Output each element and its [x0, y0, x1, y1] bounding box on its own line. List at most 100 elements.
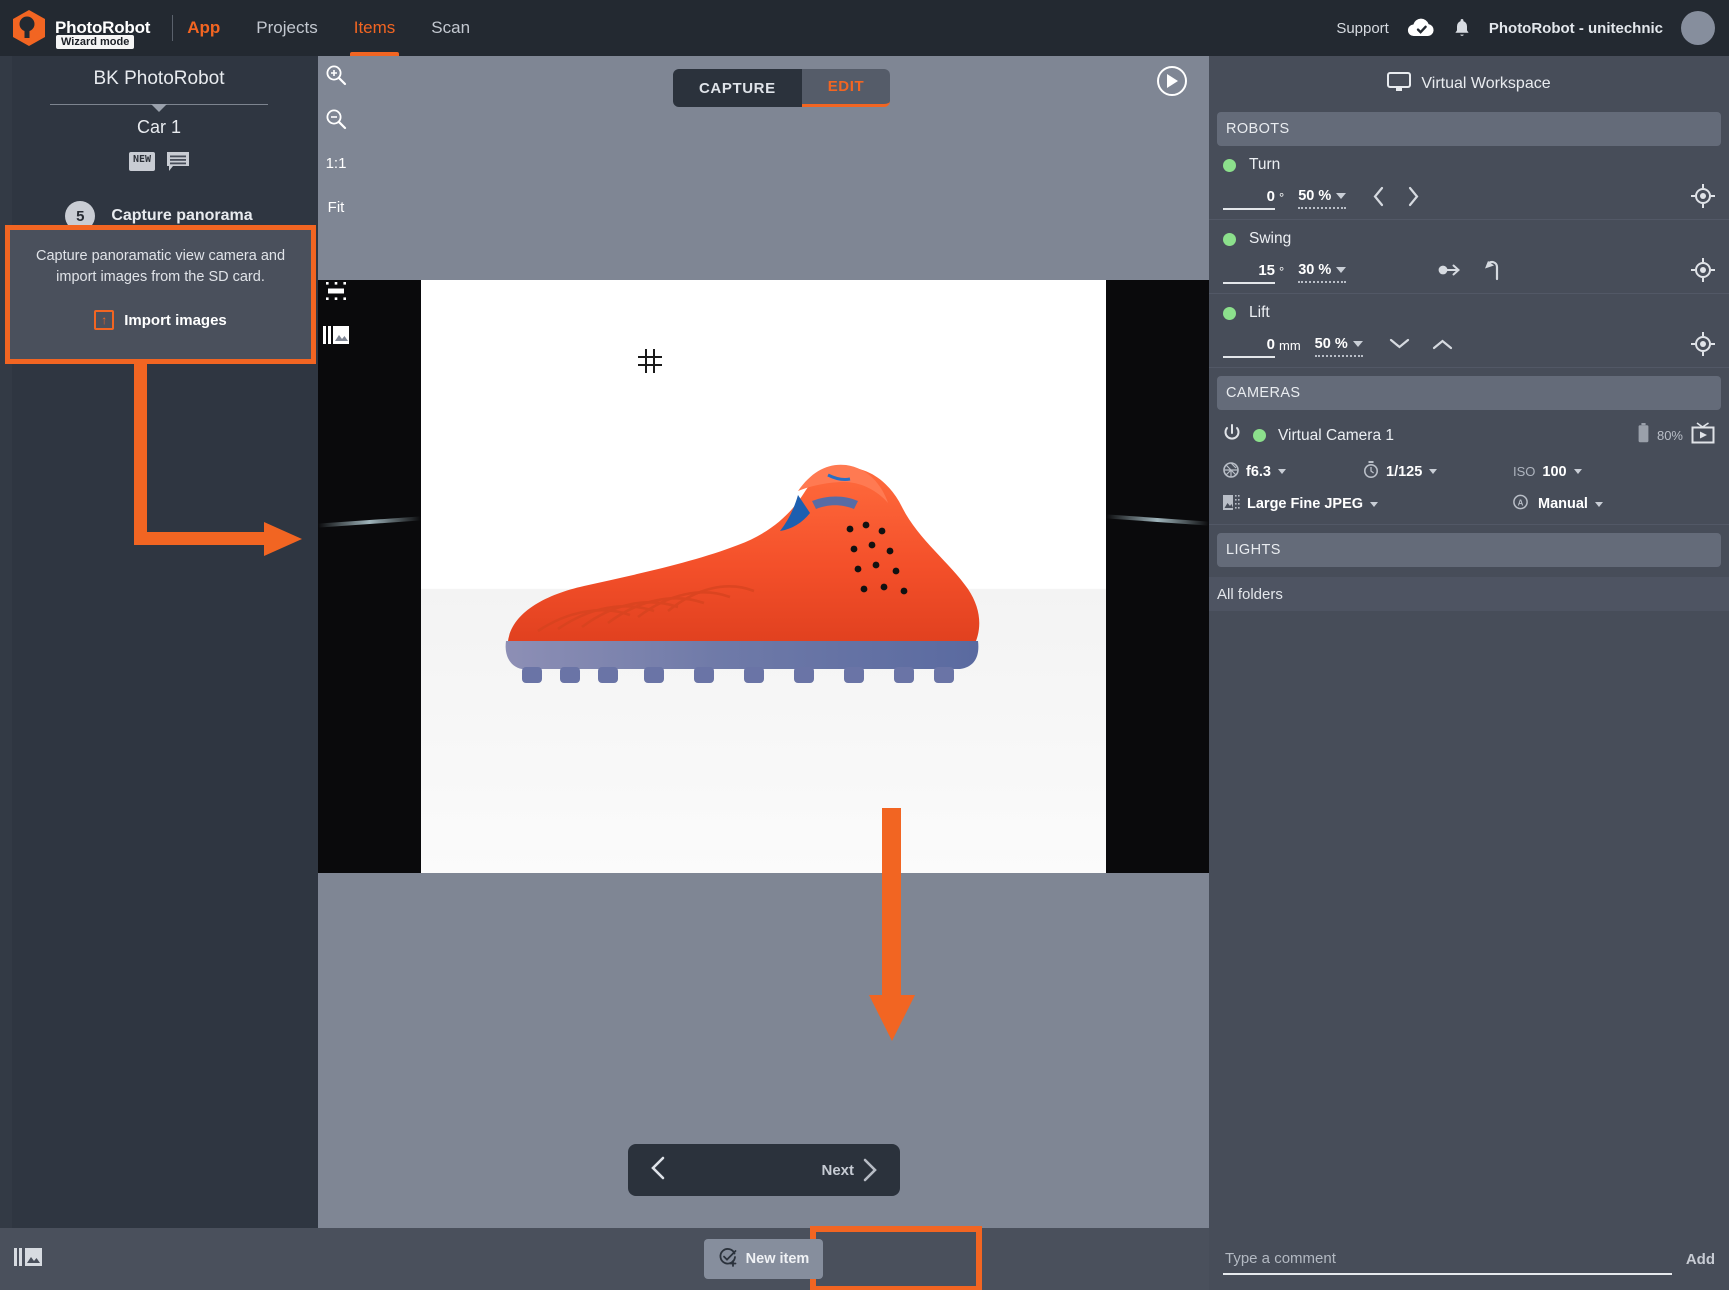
live-view-icon[interactable] [1691, 422, 1715, 449]
status-dot-icon [1253, 429, 1266, 442]
svg-text:A: A [1518, 498, 1524, 507]
import-images-button[interactable]: ↑ Import images [24, 310, 297, 330]
camera-status: 80% [1638, 422, 1715, 449]
chevron-down-icon [1595, 502, 1603, 507]
avatar[interactable] [1681, 11, 1715, 45]
robot-swing-controls: 15 ° 30 % [1209, 258, 1729, 287]
section-header-lights[interactable]: LIGHTS [1217, 533, 1721, 567]
comment-bubble-icon[interactable] [167, 152, 189, 171]
right-panel: Virtual Workspace ROBOTS Turn 0 ° 50 % [1209, 56, 1729, 1290]
shutter-dropdown[interactable]: 1/125 [1363, 461, 1513, 482]
robot-swing-speed-dropdown[interactable]: 30 % [1298, 262, 1346, 283]
image-quality-icon [1223, 495, 1240, 514]
robot-turn-arrow-buttons [1372, 186, 1420, 212]
robot-swing-arrow-buttons [1438, 259, 1500, 286]
zoom-one-to-one-button[interactable]: 1:1 [321, 150, 351, 176]
zoom-fit-button[interactable]: Fit [321, 194, 351, 220]
hint-text: Capture panoramatic view camera and impo… [24, 246, 297, 288]
virtual-workspace-header[interactable]: Virtual Workspace [1209, 56, 1729, 112]
chevron-left-icon[interactable] [1372, 186, 1385, 212]
zoom-in-icon[interactable] [321, 62, 351, 88]
chevron-right-icon[interactable] [1407, 186, 1420, 212]
battery-percent: 80% [1657, 428, 1683, 443]
aperture-dropdown[interactable]: f6.3 [1223, 462, 1363, 482]
app-root: PhotoRobot Wizard mode App Projects Item… [0, 0, 1729, 1290]
preview-left-dark [318, 280, 421, 873]
support-link[interactable]: Support [1336, 20, 1389, 37]
brand-logo[interactable]: PhotoRobot Wizard mode [12, 9, 150, 47]
chevron-down-icon [1278, 469, 1286, 474]
bell-icon[interactable] [1453, 18, 1471, 39]
tab-capture[interactable]: CAPTURE [673, 69, 802, 107]
camera-row: Virtual Camera 1 80% [1209, 410, 1729, 525]
import-icon: ↑ [94, 310, 114, 330]
sidebar-item-selector[interactable] [50, 104, 268, 105]
nav-item-items[interactable]: Items [336, 0, 414, 56]
robot-row-turn: Turn 0 ° 50 % [1209, 146, 1729, 220]
monitor-icon [1387, 72, 1411, 97]
white-balance-dropdown[interactable]: A Manual [1513, 494, 1603, 514]
wizard-mode-badge: Wizard mode [56, 35, 134, 49]
home-right-icon[interactable] [1438, 262, 1462, 283]
chevron-down-icon [1370, 502, 1378, 507]
robot-lift-controls: 0 mm 50 % [1209, 332, 1729, 361]
robot-turn-controls: 0 ° 50 % [1209, 184, 1729, 213]
robot-lift-speed-dropdown[interactable]: 50 % [1315, 336, 1363, 357]
sidebar-item-badges: NEW [0, 152, 318, 171]
account-name[interactable]: PhotoRobot - unitechnic [1489, 20, 1663, 37]
power-icon[interactable] [1223, 424, 1241, 447]
robot-turn-target-icon[interactable] [1691, 184, 1715, 213]
aperture-value: f6.3 [1246, 464, 1271, 480]
nav-item-scan[interactable]: Scan [413, 0, 488, 56]
new-item-check-icon [718, 1247, 738, 1271]
stage-tabs: CAPTURE EDIT [673, 69, 890, 107]
comment-input[interactable] [1223, 1244, 1672, 1275]
zoom-out-icon[interactable] [321, 106, 351, 132]
all-folders-row[interactable]: All folders [1209, 577, 1729, 611]
nav-item-app[interactable]: App [187, 0, 238, 56]
robot-lift-speed-value: 50 % [1315, 336, 1348, 352]
robot-swing-name: Swing [1249, 230, 1291, 248]
comment-bar: Add [1209, 1228, 1729, 1290]
robot-row-lift: Lift 0 mm 50 % [1209, 294, 1729, 368]
robot-turn-value[interactable]: 0 [1223, 188, 1275, 210]
robot-turn-unit: ° [1279, 190, 1284, 208]
iso-dropdown[interactable]: ISO 100 [1513, 464, 1582, 480]
compare-view-icon[interactable] [14, 1247, 42, 1272]
sidebar-item-name[interactable]: Car 1 [0, 117, 318, 138]
chevron-down-icon[interactable] [1389, 337, 1410, 356]
chevron-up-icon[interactable] [1432, 337, 1453, 356]
section-header-cameras[interactable]: CAMERAS [1217, 376, 1721, 410]
awb-icon: A [1513, 494, 1531, 514]
robot-lift-label-row: Lift [1209, 304, 1729, 322]
tab-edit[interactable]: EDIT [802, 69, 891, 107]
image-quality-dropdown[interactable]: Large Fine JPEG [1223, 495, 1513, 514]
robot-turn-speed-dropdown[interactable]: 50 % [1298, 188, 1346, 209]
crop-icon[interactable] [321, 278, 351, 304]
robot-lift-target-icon[interactable] [1691, 332, 1715, 361]
battery-icon [1638, 423, 1649, 448]
add-comment-button[interactable]: Add [1686, 1251, 1715, 1268]
sidebar-footer [0, 1228, 318, 1290]
section-header-robots[interactable]: ROBOTS [1217, 112, 1721, 146]
virtual-workspace-title: Virtual Workspace [1421, 75, 1550, 93]
header-divider [172, 15, 173, 41]
import-images-label: Import images [124, 312, 227, 329]
chevron-down-icon [1336, 193, 1346, 199]
iso-label: ISO [1513, 464, 1535, 479]
robot-swing-target-icon[interactable] [1691, 258, 1715, 287]
next-step-button[interactable]: Next [821, 1158, 878, 1182]
grid-overlay-icon[interactable] [638, 349, 662, 378]
image-preview[interactable] [318, 280, 1209, 873]
hint-panel: Capture panoramatic view camera and impo… [10, 230, 311, 359]
cloud-check-icon[interactable] [1407, 18, 1435, 38]
play-icon[interactable] [1157, 66, 1187, 96]
new-item-button[interactable]: New item [704, 1239, 824, 1279]
robot-lift-value[interactable]: 0 [1223, 336, 1275, 358]
nav-item-projects[interactable]: Projects [238, 0, 335, 56]
corner-arrow-icon[interactable] [1484, 259, 1500, 286]
preview-right-dark [1106, 280, 1209, 873]
prev-step-button[interactable] [650, 1156, 666, 1185]
compare-icon[interactable] [321, 322, 351, 348]
robot-swing-value[interactable]: 15 [1223, 262, 1275, 284]
